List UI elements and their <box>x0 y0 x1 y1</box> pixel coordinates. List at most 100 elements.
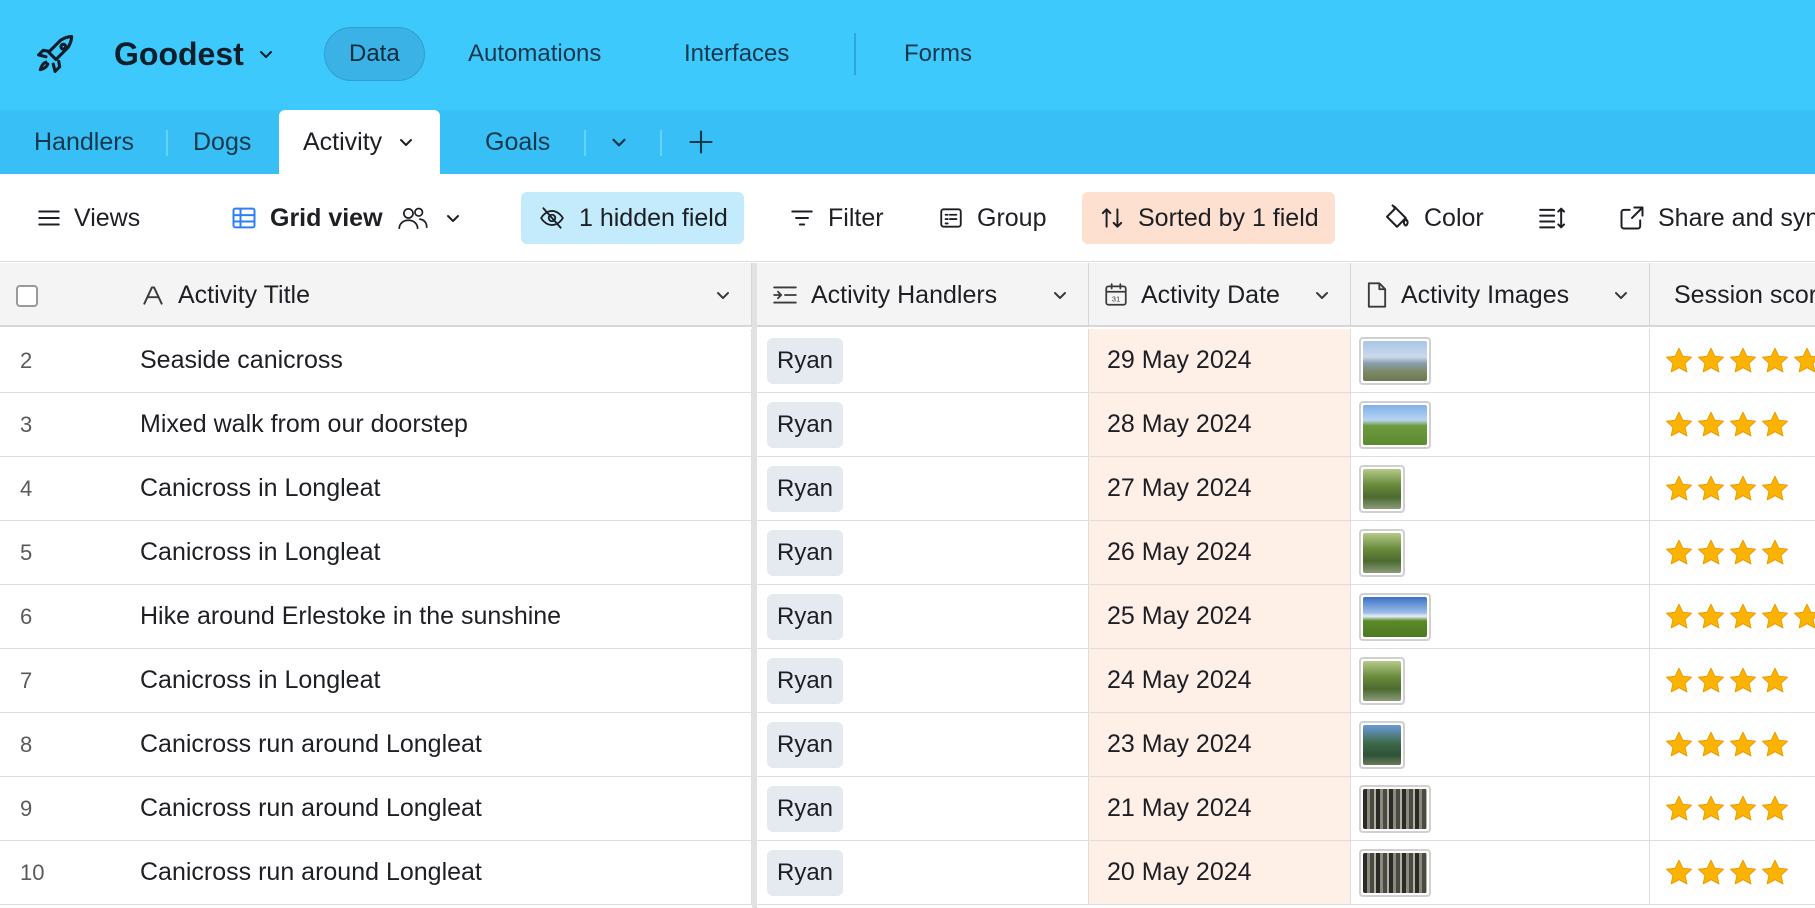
image-thumbnail[interactable] <box>1359 720 1405 769</box>
star-icon[interactable] <box>1696 730 1726 760</box>
column-header-session[interactable]: Session score <box>1650 263 1815 327</box>
column-header-images[interactable]: Activity Images <box>1351 263 1650 327</box>
tab-dogs[interactable]: Dogs <box>193 110 251 174</box>
add-table-button[interactable] <box>687 110 715 174</box>
activity-date-cell[interactable]: 24 May 2024 <box>1089 649 1351 712</box>
activity-images-cell[interactable] <box>1351 777 1650 840</box>
activity-handlers-cell[interactable]: Ryan <box>757 649 1089 712</box>
session-score-cell[interactable] <box>1650 649 1815 712</box>
image-thumbnail[interactable] <box>1359 656 1405 705</box>
star-icon[interactable] <box>1696 538 1726 568</box>
column-header-date[interactable]: 31 Activity Date <box>1089 263 1351 327</box>
image-thumbnail[interactable] <box>1359 464 1405 513</box>
image-thumbnail[interactable] <box>1359 784 1431 833</box>
activity-handlers-cell[interactable]: Ryan <box>757 393 1089 456</box>
column-header-handlers[interactable]: Activity Handlers <box>757 263 1089 327</box>
star-icon[interactable] <box>1664 602 1694 632</box>
view-switcher[interactable]: Grid view <box>230 192 463 244</box>
handler-chip[interactable]: Ryan <box>767 529 844 576</box>
activity-title-cell[interactable]: Hike around Erlestoke in the sunshine <box>110 585 752 648</box>
activity-date-cell[interactable]: 27 May 2024 <box>1089 457 1351 520</box>
activity-handlers-cell[interactable]: Ryan <box>757 841 1089 904</box>
rocket-icon[interactable] <box>34 32 78 76</box>
star-icon[interactable] <box>1728 538 1758 568</box>
tab-handlers[interactable]: Handlers <box>34 110 134 174</box>
table-row[interactable]: 6 Hike around Erlestoke in the sunshine Ry… <box>0 585 1815 649</box>
select-all-checkbox[interactable] <box>16 285 38 307</box>
star-icon[interactable] <box>1664 666 1694 696</box>
activity-handlers-cell[interactable]: Ryan <box>757 713 1089 776</box>
table-row[interactable]: 10 Canicross run around Longleat Ryan 20 Ma… <box>0 841 1815 905</box>
activity-images-cell[interactable] <box>1351 713 1650 776</box>
table-row[interactable]: 8 Canicross run around Longleat Ryan 23 May… <box>0 713 1815 777</box>
views-button[interactable]: Views <box>36 192 140 244</box>
star-icon[interactable] <box>1728 794 1758 824</box>
handler-chip[interactable]: Ryan <box>767 593 844 640</box>
activity-title-cell[interactable]: Canicross run around Longleat <box>110 841 752 904</box>
share-and-sync-button[interactable]: Share and sync <box>1618 192 1815 244</box>
star-icon[interactable] <box>1696 346 1726 376</box>
activity-title-cell[interactable]: Canicross run around Longleat <box>110 777 752 840</box>
star-icon[interactable] <box>1760 410 1790 440</box>
activity-title-cell[interactable]: Mixed walk from our doorstep <box>110 393 752 456</box>
activity-handlers-cell[interactable]: Ryan <box>757 521 1089 584</box>
nav-data[interactable]: Data <box>324 27 425 81</box>
activity-date-cell[interactable]: 29 May 2024 <box>1089 329 1351 392</box>
table-row[interactable]: 2 Seaside canicross Ryan 29 May 2024 <box>0 329 1815 393</box>
chevron-down-icon[interactable] <box>1050 285 1070 305</box>
activity-images-cell[interactable] <box>1351 457 1650 520</box>
color-button[interactable]: Color <box>1382 192 1484 244</box>
star-icon[interactable] <box>1792 346 1815 376</box>
star-icon[interactable] <box>1728 602 1758 632</box>
activity-date-cell[interactable]: 21 May 2024 <box>1089 777 1351 840</box>
group-button[interactable]: Group <box>937 192 1046 244</box>
activity-date-cell[interactable]: 23 May 2024 <box>1089 713 1351 776</box>
table-row[interactable]: 9 Canicross run around Longleat Ryan 21 May… <box>0 777 1815 841</box>
base-name-menu[interactable]: Goodest <box>114 30 276 78</box>
activity-title-cell[interactable]: Canicross run around Longleat <box>110 713 752 776</box>
session-score-cell[interactable] <box>1650 585 1815 648</box>
star-icon[interactable] <box>1696 666 1726 696</box>
activity-title-cell[interactable]: Seaside canicross <box>110 329 752 392</box>
activity-handlers-cell[interactable]: Ryan <box>757 585 1089 648</box>
activity-date-cell[interactable]: 28 May 2024 <box>1089 393 1351 456</box>
table-row[interactable]: 3 Mixed walk from our doorstep Ryan 28 May … <box>0 393 1815 457</box>
star-icon[interactable] <box>1760 858 1790 888</box>
handler-chip[interactable]: Ryan <box>767 721 844 768</box>
activity-date-cell[interactable]: 26 May 2024 <box>1089 521 1351 584</box>
activity-images-cell[interactable] <box>1351 521 1650 584</box>
star-icon[interactable] <box>1696 410 1726 440</box>
star-icon[interactable] <box>1664 858 1694 888</box>
star-icon[interactable] <box>1696 794 1726 824</box>
activity-date-cell[interactable]: 25 May 2024 <box>1089 585 1351 648</box>
activity-images-cell[interactable] <box>1351 329 1650 392</box>
chevron-down-icon[interactable] <box>1312 285 1332 305</box>
star-icon[interactable] <box>1664 794 1694 824</box>
session-score-cell[interactable] <box>1650 457 1815 520</box>
star-icon[interactable] <box>1760 666 1790 696</box>
handler-chip[interactable]: Ryan <box>767 401 844 448</box>
star-icon[interactable] <box>1760 602 1790 632</box>
activity-images-cell[interactable] <box>1351 585 1650 648</box>
activity-title-cell[interactable]: Canicross in Longleat <box>110 457 752 520</box>
handler-chip[interactable]: Ryan <box>767 657 844 704</box>
star-icon[interactable] <box>1728 410 1758 440</box>
star-icon[interactable] <box>1664 474 1694 504</box>
star-icon[interactable] <box>1728 858 1758 888</box>
star-icon[interactable] <box>1792 602 1815 632</box>
image-thumbnail[interactable] <box>1359 400 1431 449</box>
star-icon[interactable] <box>1664 410 1694 440</box>
handler-chip[interactable]: Ryan <box>767 849 844 896</box>
star-icon[interactable] <box>1760 474 1790 504</box>
all-tables-menu[interactable] <box>608 110 630 174</box>
activity-images-cell[interactable] <box>1351 841 1650 904</box>
activity-handlers-cell[interactable]: Ryan <box>757 777 1089 840</box>
nav-interfaces[interactable]: Interfaces <box>684 27 789 81</box>
star-icon[interactable] <box>1696 474 1726 504</box>
session-score-cell[interactable] <box>1650 777 1815 840</box>
session-score-cell[interactable] <box>1650 393 1815 456</box>
chevron-down-icon[interactable] <box>396 132 416 152</box>
session-score-cell[interactable] <box>1650 713 1815 776</box>
star-icon[interactable] <box>1728 474 1758 504</box>
activity-date-cell[interactable]: 20 May 2024 <box>1089 841 1351 904</box>
